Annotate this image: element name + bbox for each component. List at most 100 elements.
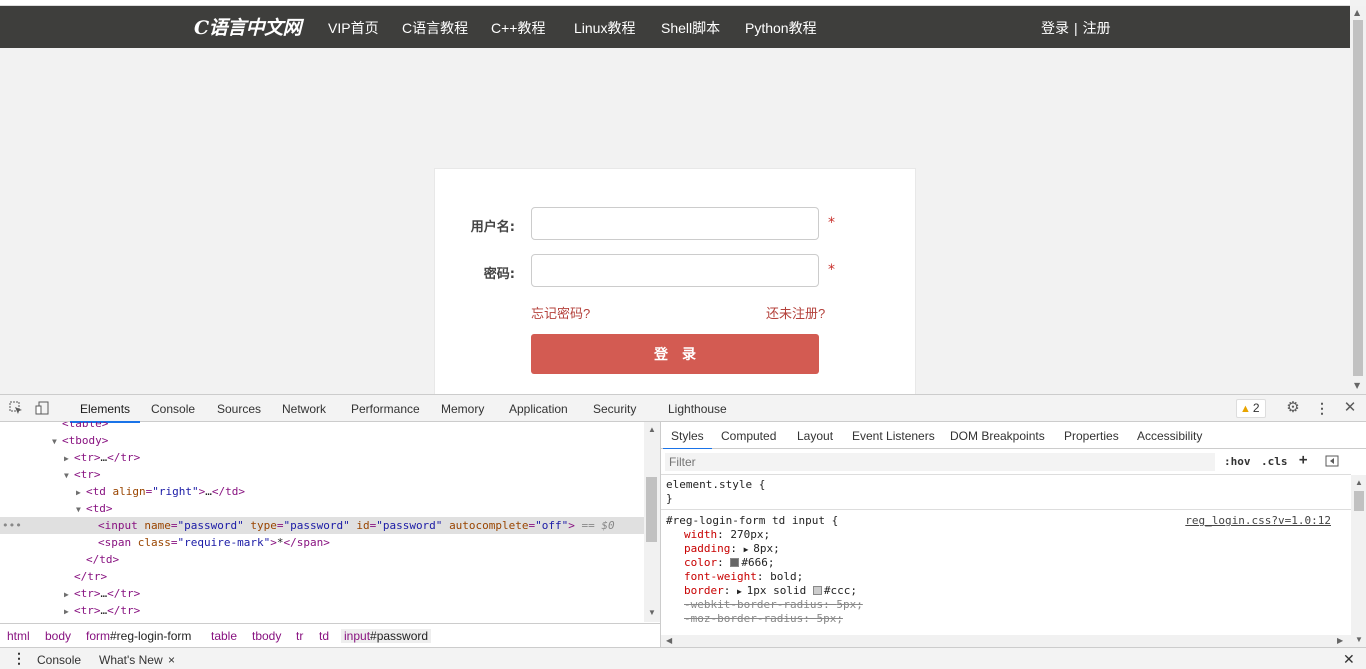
register-link[interactable]: 注册 <box>1083 20 1111 36</box>
expand-icon[interactable]: ▶ <box>64 586 74 603</box>
expand-icon[interactable]: ▶ <box>64 450 74 467</box>
breadcrumb-html[interactable]: html <box>7 629 30 643</box>
tab-lighthouse[interactable]: Lighthouse <box>668 402 727 416</box>
breadcrumb-form[interactable]: form#reg-login-form <box>86 629 191 643</box>
css-property-color[interactable]: color: #666; <box>684 556 775 570</box>
drawer-menu-icon[interactable]: ⋮ <box>12 650 26 667</box>
css-property-width[interactable]: width: 270px; <box>684 528 770 542</box>
styles-horizontal-scrollbar[interactable]: ◀ ▶ <box>661 635 1351 647</box>
login-link[interactable]: 登录 <box>1041 20 1069 36</box>
tab-security[interactable]: Security <box>593 402 636 416</box>
tab-accessibility[interactable]: Accessibility <box>1137 429 1202 443</box>
color-swatch-icon[interactable] <box>730 558 740 567</box>
scroll-up-icon[interactable]: ▲ <box>1354 8 1360 17</box>
tab-elements[interactable]: Elements <box>69 402 141 423</box>
scroll-down-icon[interactable]: ▼ <box>1354 381 1360 390</box>
collapse-icon[interactable]: ▼ <box>76 501 86 518</box>
nav-cpp-tutorial[interactable]: C++教程 <box>491 18 545 38</box>
collapse-icon[interactable]: ▼ <box>64 467 74 484</box>
tab-sources[interactable]: Sources <box>217 402 261 416</box>
close-whats-new-icon[interactable]: × <box>168 653 175 667</box>
forgot-password-link[interactable]: 忘记密码? <box>531 303 590 322</box>
register-prompt-link[interactable]: 还未注册? <box>766 303 825 322</box>
elements-scroll-down-icon[interactable]: ▼ <box>648 608 656 617</box>
inspect-element-icon[interactable] <box>9 401 23 415</box>
collapse-icon[interactable]: ▼ <box>52 433 62 450</box>
breadcrumb-body[interactable]: body <box>45 629 71 643</box>
nav-c-tutorial[interactable]: C语言教程 <box>402 18 468 38</box>
settings-gear-icon[interactable]: ⚙ <box>1286 400 1300 415</box>
styles-filter-input[interactable] <box>665 453 1215 471</box>
styles-scroll-right-icon[interactable]: ▶ <box>1337 636 1343 645</box>
dom-node-selected[interactable]: ••• <input name="password" type="password… <box>0 517 644 534</box>
tab-application[interactable]: Application <box>509 402 568 416</box>
tab-performance[interactable]: Performance <box>351 402 420 416</box>
dom-node[interactable]: ▼ <td> <box>0 500 644 517</box>
drawer-tab-console[interactable]: Console <box>37 653 81 667</box>
css-property-webkit-border-radius[interactable]: -webkit-border-radius: 5px; <box>684 598 863 612</box>
tab-memory[interactable]: Memory <box>441 402 484 416</box>
rule-selector[interactable]: #reg-login-form td input { <box>666 514 838 528</box>
tab-console[interactable]: Console <box>151 402 195 416</box>
nav-shell-script[interactable]: Shell脚本 <box>661 18 720 38</box>
expand-icon[interactable]: ▶ <box>64 603 74 620</box>
dom-node[interactable]: <table> <box>0 422 644 432</box>
new-rule-button[interactable]: + <box>1299 452 1307 468</box>
dom-node[interactable]: ▼ <tr> <box>0 466 644 483</box>
expand-icon[interactable]: ▶ <box>76 484 86 501</box>
styles-scroll-left-icon[interactable]: ◀ <box>666 636 672 645</box>
tab-styles[interactable]: Styles <box>663 429 712 450</box>
nav-python-tutorial[interactable]: Python教程 <box>745 18 817 38</box>
breadcrumb-input[interactable]: input#password <box>341 629 432 643</box>
class-toggle[interactable]: .cls <box>1261 455 1288 468</box>
site-logo[interactable]: C语言中文网 <box>194 13 302 40</box>
breadcrumb-tbody[interactable]: tbody <box>252 629 281 643</box>
elements-scrollbar[interactable]: ▲ ▼ <box>644 422 660 622</box>
dom-node[interactable]: </td> <box>0 551 644 568</box>
warnings-badge[interactable]: ▲ 2 <box>1236 399 1266 418</box>
breadcrumb-td[interactable]: td <box>319 629 329 643</box>
tab-event-listeners[interactable]: Event Listeners <box>852 429 935 443</box>
breadcrumb-table[interactable]: table <box>211 629 237 643</box>
tab-properties[interactable]: Properties <box>1064 429 1119 443</box>
styles-scrollbar[interactable]: ▲ ▼ <box>1351 475 1366 647</box>
rule-source-link[interactable]: reg_login.css?v=1.0:12 <box>1185 514 1331 527</box>
tab-network[interactable]: Network <box>282 402 326 416</box>
styles-scrollbar-thumb[interactable] <box>1354 491 1364 511</box>
drawer-tab-whats-new[interactable]: What's New <box>99 653 163 667</box>
close-devtools-icon[interactable]: ✕ <box>1343 400 1357 415</box>
password-input[interactable] <box>531 254 819 287</box>
tab-computed[interactable]: Computed <box>721 429 776 443</box>
nav-linux-tutorial[interactable]: Linux教程 <box>574 18 635 38</box>
expand-shorthand-icon[interactable]: ▶ <box>744 545 754 554</box>
page-scrollbar-thumb[interactable] <box>1353 20 1363 376</box>
close-drawer-icon[interactable]: ✕ <box>1343 651 1355 668</box>
dom-node[interactable]: <span class="require-mark">*</span> <box>0 534 644 551</box>
dom-node[interactable]: ▶ <tr>…</tr> <box>0 449 644 466</box>
more-options-icon[interactable]: ⋮ <box>1315 401 1329 415</box>
dom-node[interactable]: ▼ <tbody> <box>0 432 644 449</box>
css-property-border[interactable]: border: ▶ 1px solid #ccc; <box>684 584 857 598</box>
styles-scroll-up-icon[interactable]: ▲ <box>1355 478 1363 487</box>
hover-state-toggle[interactable]: :hov <box>1224 455 1251 468</box>
css-property-font-weight[interactable]: font-weight: bold; <box>684 570 803 584</box>
node-actions-icon[interactable]: ••• <box>2 517 22 534</box>
dom-node[interactable]: ▶ <td align="right">…</td> <box>0 483 644 500</box>
nav-vip-home[interactable]: VIP首页 <box>328 18 379 38</box>
styles-scroll-down-icon[interactable]: ▼ <box>1355 635 1363 644</box>
elements-scrollbar-thumb[interactable] <box>646 477 657 542</box>
login-submit-button[interactable]: 登录 <box>531 334 819 374</box>
breadcrumb-tr[interactable]: tr <box>296 629 303 643</box>
tab-layout[interactable]: Layout <box>797 429 833 443</box>
username-input[interactable] <box>531 207 819 240</box>
tab-dom-breakpoints[interactable]: DOM Breakpoints <box>950 429 1045 443</box>
expand-shorthand-icon[interactable]: ▶ <box>737 587 747 596</box>
page-scrollbar[interactable]: ▲ ▼ <box>1350 6 1366 394</box>
dom-node[interactable]: ▶ <tr>…</tr> <box>0 585 644 602</box>
css-property-moz-border-radius[interactable]: -moz-border-radius: 5px; <box>684 612 843 626</box>
toggle-sidebar-icon[interactable] <box>1325 454 1339 468</box>
dom-node[interactable]: </tr> <box>0 568 644 585</box>
device-toolbar-icon[interactable] <box>35 401 49 415</box>
color-swatch-icon[interactable] <box>812 586 822 595</box>
css-property-padding[interactable]: padding: ▶ 8px; <box>684 542 780 556</box>
